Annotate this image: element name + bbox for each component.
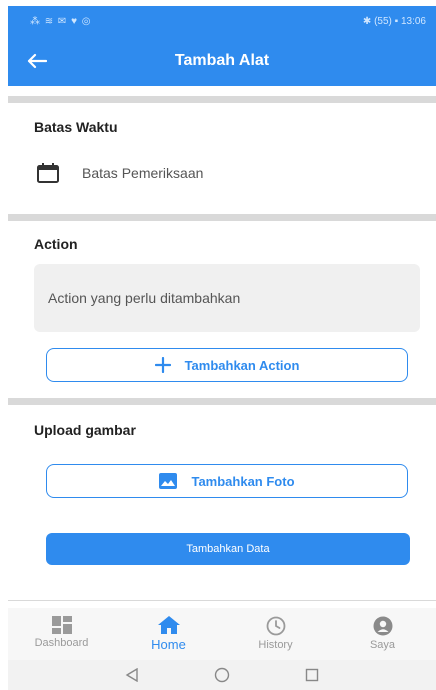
deadline-date-picker[interactable]: Batas Pemeriksaan — [36, 162, 203, 184]
add-action-button[interactable]: Tambahkan Action — [46, 348, 408, 382]
calendar-icon — [37, 163, 59, 183]
user-icon — [373, 616, 392, 636]
action-input[interactable]: Action yang perlu ditambahkan — [34, 264, 420, 332]
square-recents-icon — [305, 668, 319, 682]
nav-label-dashboard: Dashboard — [34, 637, 89, 649]
section-divider — [8, 398, 436, 405]
app-bar: Tambah Alat — [8, 36, 436, 86]
system-back-button[interactable] — [122, 665, 142, 685]
system-recents-button[interactable] — [302, 665, 322, 685]
deadline-section-title: Batas Waktu — [34, 119, 118, 135]
nav-item-home[interactable]: Home — [124, 616, 214, 652]
system-navigation-bar — [8, 660, 436, 690]
section-divider — [8, 214, 436, 221]
add-photo-button[interactable]: Tambahkan Foto — [46, 464, 408, 498]
section-divider — [8, 96, 436, 103]
action-section-title: Action — [34, 236, 78, 252]
nav-item-saya[interactable]: Saya — [338, 616, 428, 651]
clock-icon — [266, 616, 285, 636]
nav-label-history: History — [258, 639, 293, 651]
status-icons-left: ⁂ ≋ ✉ ♥ ◎ — [30, 15, 92, 27]
nav-item-history[interactable]: History — [231, 616, 321, 651]
section-divider — [8, 600, 436, 601]
submit-data-button[interactable]: Tambahkan Data — [46, 533, 410, 565]
upload-section-title: Upload gambar — [34, 422, 136, 438]
deadline-field-label: Batas Pemeriksaan — [82, 165, 204, 181]
image-icon — [159, 473, 178, 489]
nav-label-saya: Saya — [369, 639, 396, 651]
nav-item-dashboard[interactable]: Dashboard — [17, 616, 107, 649]
bottom-navigation: Dashboard Home History Saya — [8, 608, 436, 660]
add-action-label: Tambahkan Action — [184, 357, 300, 373]
triangle-back-icon — [125, 668, 138, 682]
home-icon — [157, 616, 180, 634]
nav-label-home: Home — [151, 637, 186, 652]
status-bar: ⁂ ≋ ✉ ♥ ◎ ✱ (55) ▪ 13:06 — [8, 6, 436, 36]
plus-icon — [154, 357, 171, 373]
arrow-left-icon — [27, 53, 47, 69]
dashboard-icon — [51, 616, 72, 634]
page-title: Tambah Alat — [174, 52, 270, 69]
add-photo-label: Tambahkan Foto — [191, 473, 295, 489]
back-button[interactable] — [24, 48, 50, 74]
status-clock: ✱ (55) ▪ 13:06 — [362, 15, 426, 27]
circle-home-icon — [214, 667, 230, 683]
system-home-button[interactable] — [212, 665, 232, 685]
